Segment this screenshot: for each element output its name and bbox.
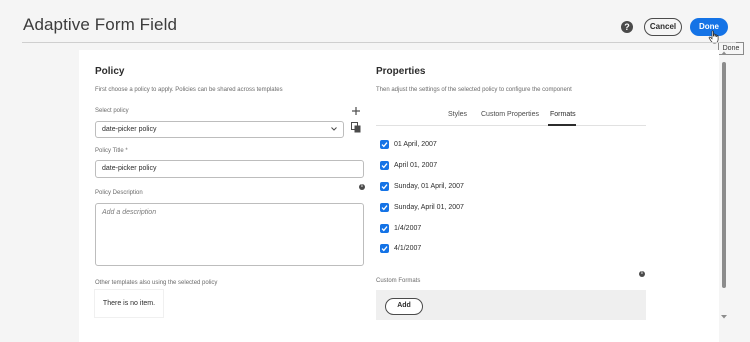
other-templates-label: Other templates also using the selected … (95, 280, 218, 286)
policy-select-value: date-picker policy (102, 126, 157, 133)
scroll-up-arrow-icon[interactable] (720, 50, 728, 56)
tab-custom-properties[interactable]: Custom Properties (481, 111, 539, 118)
policy-description-textarea[interactable]: Add a description (95, 203, 364, 266)
policy-title-label: Policy Title * (95, 148, 128, 154)
duplicate-policy-icon[interactable] (351, 122, 361, 133)
format-label: 4/1/2007 (394, 245, 422, 252)
cancel-button[interactable]: Cancel (644, 18, 682, 36)
checkbox-checked-icon[interactable] (380, 203, 389, 212)
checkbox-checked-icon[interactable] (380, 182, 389, 191)
format-label: April 01, 2007 (394, 162, 438, 169)
active-tab-indicator (548, 124, 576, 126)
checkbox-checked-icon[interactable] (380, 244, 389, 253)
chevron-down-icon (331, 127, 337, 131)
policy-heading: Policy (95, 66, 125, 77)
tab-formats[interactable]: Formats (550, 111, 576, 118)
format-label: Sunday, April 01, 2007 (394, 204, 464, 211)
info-icon[interactable]: i (359, 184, 365, 190)
policy-select[interactable]: date-picker policy (95, 121, 344, 138)
custom-formats-label: Custom Formats (376, 278, 421, 284)
checkbox-checked-icon[interactable] (380, 161, 389, 170)
format-label: 01 April, 2007 (394, 141, 437, 148)
policy-description-text: First choose a policy to apply. Policies… (95, 87, 283, 93)
empty-templates-list: There is no item. (95, 290, 163, 317)
checkbox-checked-icon[interactable] (380, 140, 389, 149)
dialog-header: Adaptive Form Field ? Cancel Done Done (0, 0, 750, 55)
scrollbar-thumb[interactable] (722, 62, 726, 288)
select-policy-label: Select policy (95, 108, 129, 114)
properties-heading: Properties (376, 66, 426, 77)
scroll-down-arrow-icon[interactable] (720, 314, 728, 320)
policy-title-input[interactable]: date-picker policy (95, 160, 364, 178)
help-icon[interactable]: ? (621, 21, 633, 33)
format-label: Sunday, 01 April, 2007 (394, 183, 464, 190)
header-divider (22, 42, 736, 43)
info-icon[interactable]: i (639, 271, 645, 277)
page-title: Adaptive Form Field (23, 15, 178, 34)
add-button[interactable]: Add (385, 298, 423, 315)
properties-description-text: Then adjust the settings of the selected… (376, 87, 572, 93)
tabs-divider (376, 125, 646, 126)
policy-description-label: Policy Description (95, 190, 143, 196)
add-policy-icon[interactable] (352, 107, 360, 115)
checkbox-checked-icon[interactable] (380, 224, 389, 233)
format-label: 1/4/2007 (394, 225, 422, 232)
tab-styles[interactable]: Styles (448, 111, 467, 118)
